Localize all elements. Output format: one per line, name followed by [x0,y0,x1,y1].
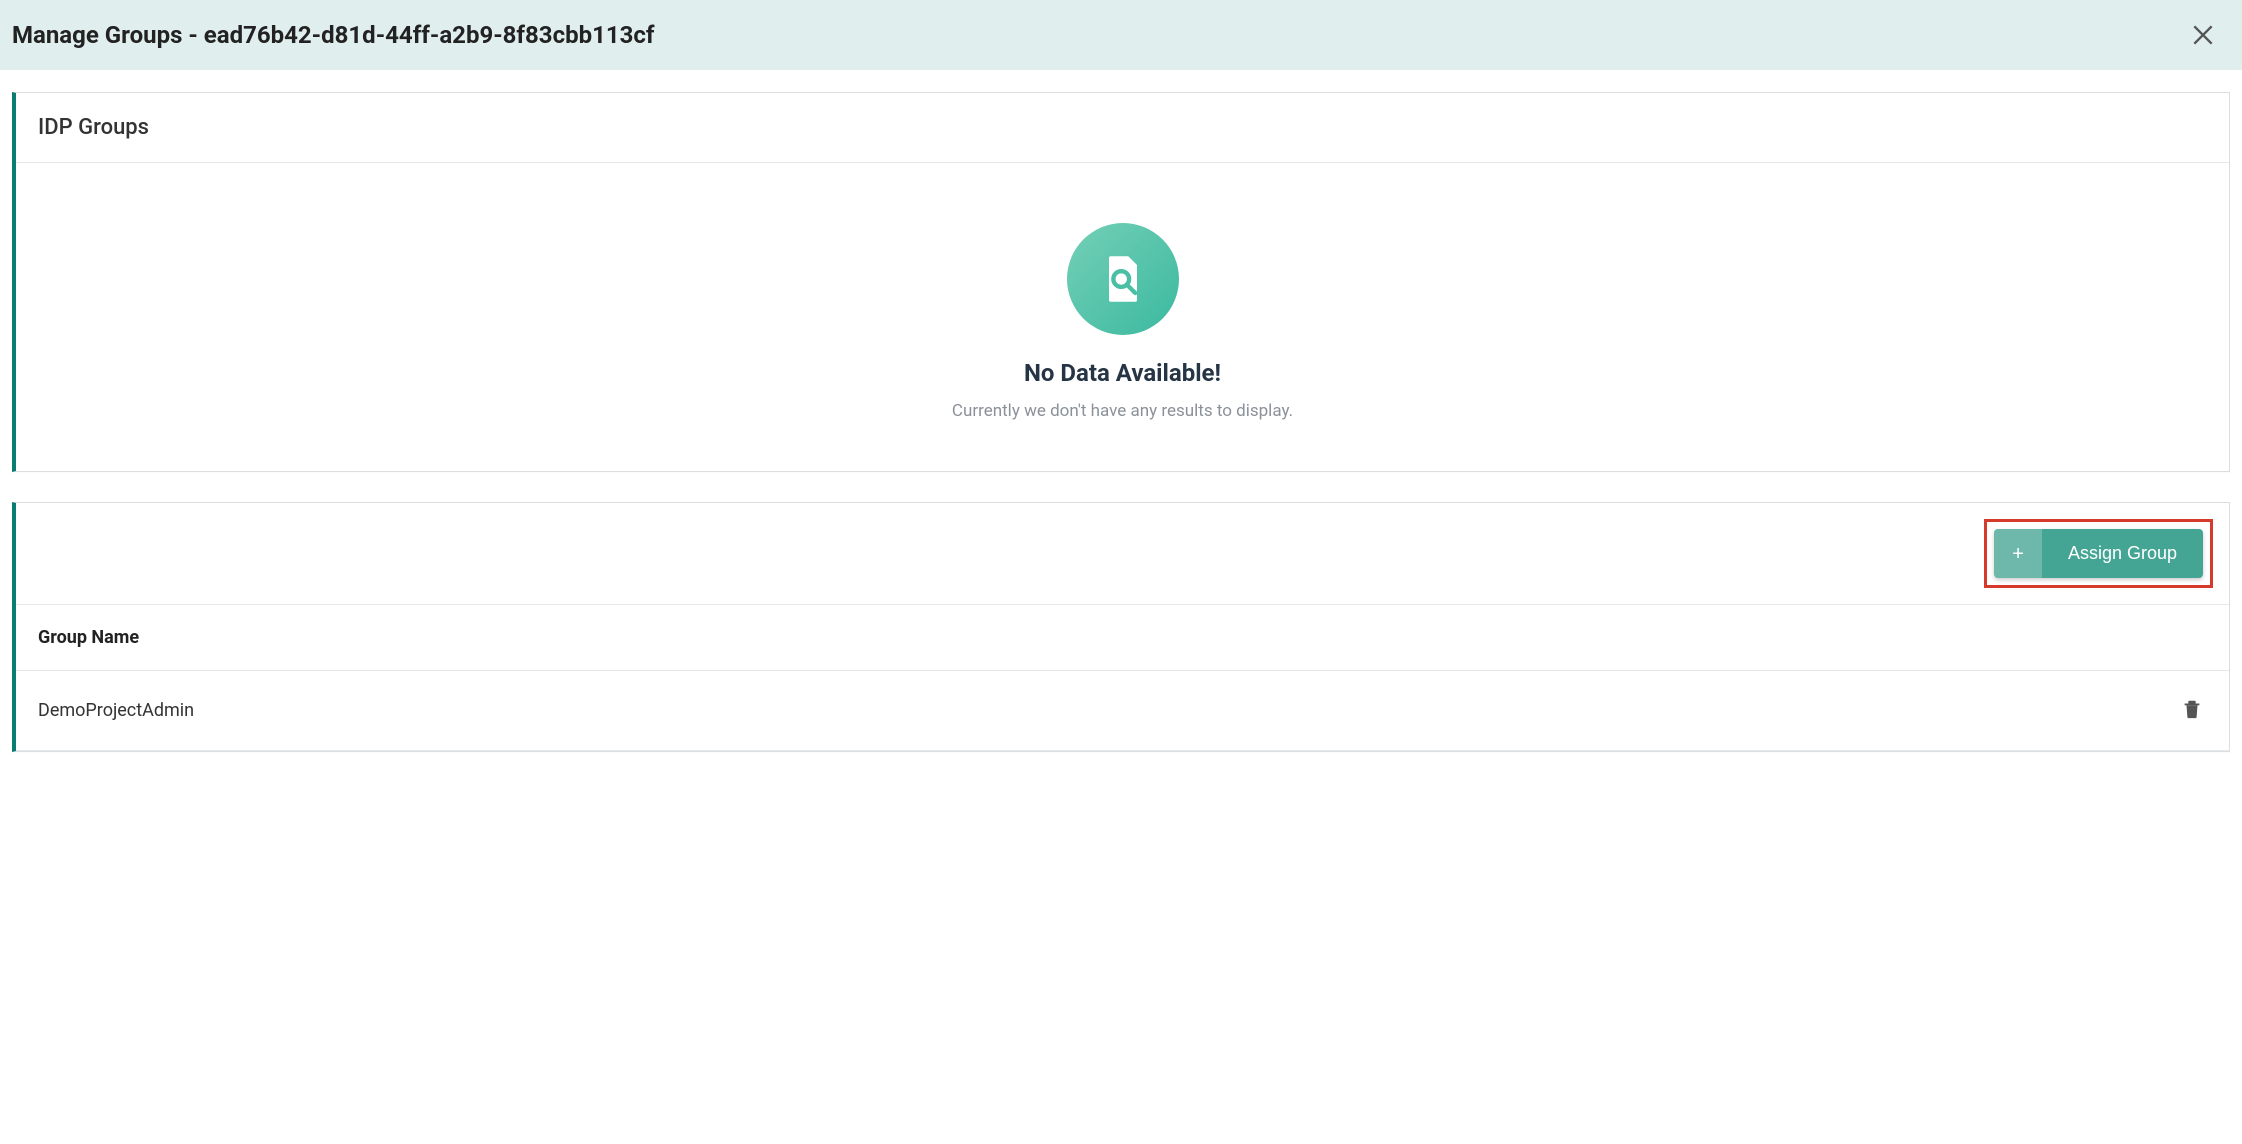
close-icon [2190,22,2216,48]
empty-state-icon [1067,223,1179,335]
document-search-icon [1095,251,1151,307]
trash-icon [2181,697,2203,721]
idp-groups-title: IDP Groups [38,115,2207,140]
delete-group-button[interactable] [2177,693,2207,728]
assign-group-button[interactable]: + Assign Group [1994,529,2203,578]
assign-group-action-row: + Assign Group [16,503,2229,605]
close-button[interactable] [2186,18,2220,52]
idp-empty-state: No Data Available! Currently we don't ha… [16,163,2229,471]
idp-groups-card: IDP Groups No Data Available! Currently … [12,92,2230,472]
idp-groups-title-row: IDP Groups [16,93,2229,163]
empty-subtext: Currently we don't have any results to d… [36,401,2209,421]
assign-group-highlight: + Assign Group [1984,519,2213,588]
empty-heading: No Data Available! [36,359,2209,387]
group-name-cell: DemoProjectAdmin [38,700,194,721]
assign-group-label: Assign Group [2042,529,2203,578]
group-name-column-header: Group Name [38,627,139,648]
group-table-header: Group Name [16,605,2229,671]
dialog-title: Manage Groups - ead76b42-d81d-44ff-a2b9-… [12,21,654,49]
assigned-groups-card: + Assign Group Group Name DemoProjectAdm… [12,502,2230,752]
table-row: DemoProjectAdmin [16,671,2229,751]
dialog-header: Manage Groups - ead76b42-d81d-44ff-a2b9-… [0,0,2242,70]
plus-icon: + [1994,529,2042,578]
